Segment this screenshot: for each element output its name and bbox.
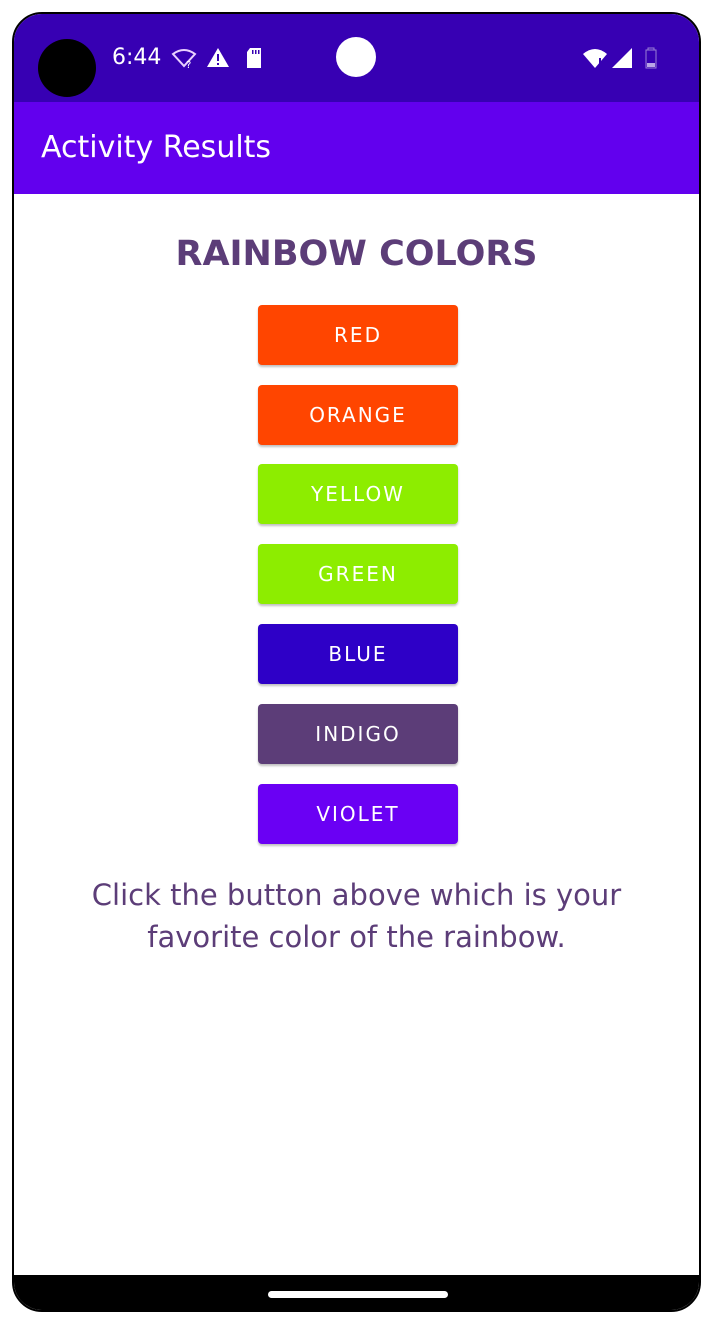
indigo-button[interactable]: INDIGO — [258, 704, 458, 764]
navigation-bar — [14, 1275, 699, 1310]
green-button[interactable]: GREEN — [258, 544, 458, 604]
status-time: 6:44 — [112, 45, 162, 70]
violet-button[interactable]: VIOLET — [258, 784, 458, 844]
svg-text:?: ? — [186, 60, 191, 70]
page-heading: RAINBOW COLORS — [175, 234, 538, 274]
app-bar: Activity Results — [14, 102, 699, 194]
battery-icon — [645, 47, 657, 69]
yellow-button[interactable]: YELLOW — [258, 464, 458, 524]
device-frame: 6:44 ? Activity Results RAINBOW COLORS R… — [12, 12, 701, 1312]
blue-button[interactable]: BLUE — [258, 624, 458, 684]
home-gesture-handle[interactable] — [268, 1291, 448, 1298]
cellular-signal-icon — [612, 48, 632, 68]
camera-cutout — [38, 39, 96, 97]
orange-button[interactable]: ORANGE — [258, 385, 458, 445]
front-sensor — [336, 37, 376, 77]
warning-icon — [207, 48, 229, 67]
wifi-icon — [583, 49, 607, 68]
red-button[interactable]: RED — [258, 305, 458, 365]
wifi-unknown-icon: ? — [171, 49, 197, 70]
app-title: Activity Results — [41, 130, 272, 165]
status-bar: 6:44 ? — [14, 14, 699, 102]
instruction-text: Click the button above which is your fav… — [91, 878, 622, 954]
sd-card-icon — [247, 48, 261, 68]
